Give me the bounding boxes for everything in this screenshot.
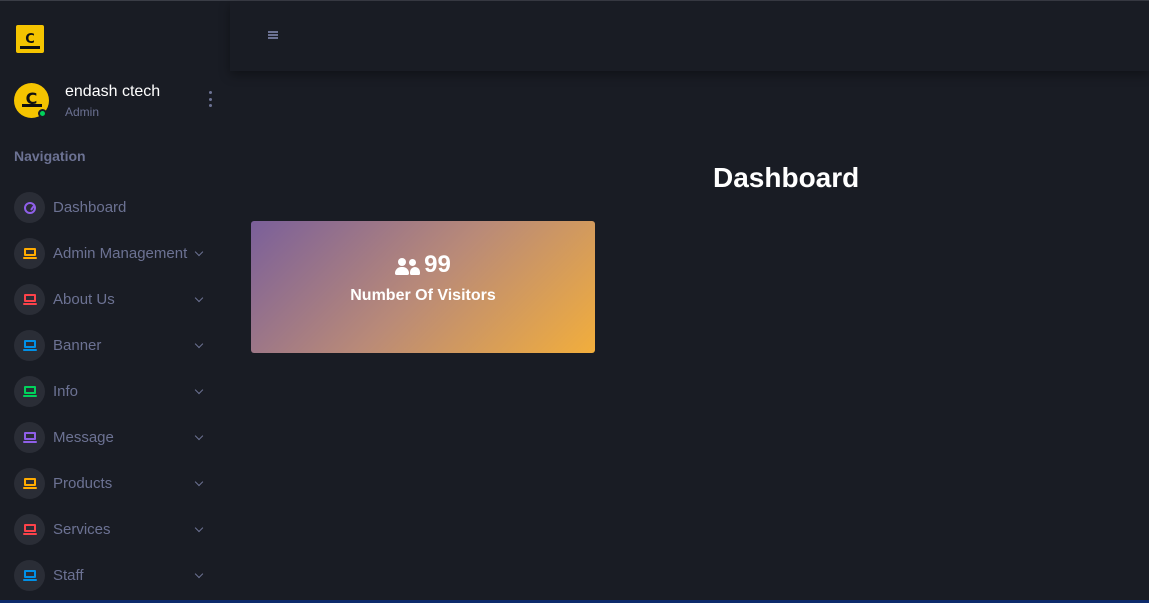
chevron-down-icon — [194, 339, 204, 349]
laptop-icon — [14, 514, 45, 545]
chevron-down-icon — [194, 569, 204, 579]
brand-logo-letter: C — [25, 31, 35, 47]
online-status-indicator — [38, 109, 47, 118]
sidebar-item-label: Banner — [53, 337, 102, 354]
laptop-icon — [14, 284, 45, 315]
user-profile: C endash ctech Admin — [14, 82, 224, 122]
sidebar-item-about-us[interactable]: About Us — [14, 284, 210, 316]
visitors-count: 99 — [424, 251, 451, 278]
laptop-icon — [14, 560, 45, 591]
sidebar-item-label: Services — [53, 521, 111, 538]
users-icon — [395, 257, 421, 276]
sidebar-item-label: Admin Management — [53, 245, 188, 262]
profile-role: Admin — [65, 105, 100, 119]
laptop-icon — [14, 468, 45, 499]
profile-name: endash ctech — [65, 83, 161, 100]
visitors-stat-card: 99 Number Of Visitors — [251, 221, 595, 353]
laptop-icon — [14, 422, 45, 453]
chevron-down-icon — [194, 247, 204, 257]
sidebar-item-info[interactable]: Info — [14, 376, 210, 408]
chevron-down-icon — [194, 385, 204, 395]
laptop-icon — [14, 238, 45, 269]
sidebar-item-banner[interactable]: Banner — [14, 330, 210, 362]
page-title: Dashboard — [713, 162, 860, 193]
speedometer-icon — [14, 192, 45, 223]
sidebar-item-services[interactable]: Services — [14, 514, 210, 546]
sidebar-item-label: Info — [53, 383, 79, 400]
sidebar: C C endash ctech Admin Navigation Dashbo… — [0, 1, 230, 600]
visitors-label: Number Of Visitors — [350, 287, 496, 304]
sidebar-item-dashboard[interactable]: Dashboard — [14, 192, 210, 224]
chevron-down-icon — [194, 523, 204, 533]
hamburger-icon[interactable] — [268, 31, 278, 39]
chevron-down-icon — [194, 293, 204, 303]
chevron-down-icon — [194, 477, 204, 487]
sidebar-item-admin-management[interactable]: Admin Management — [14, 238, 210, 270]
nav-heading: Navigation — [14, 148, 86, 164]
sidebar-item-message[interactable]: Message — [14, 422, 210, 454]
laptop-icon — [14, 330, 45, 361]
sidebar-item-label: Dashboard — [53, 199, 127, 216]
sidebar-item-label: Products — [53, 475, 113, 492]
more-options-icon[interactable] — [206, 91, 214, 107]
sidebar-item-staff[interactable]: Staff — [14, 560, 210, 592]
laptop-icon — [14, 376, 45, 407]
top-navbar — [230, 1, 1149, 71]
chevron-down-icon — [194, 431, 204, 441]
brand-logo[interactable]: C — [16, 25, 44, 53]
sidebar-item-products[interactable]: Products — [14, 468, 210, 500]
sidebar-item-label: Staff — [53, 567, 84, 584]
stat-row: 99 — [251, 251, 595, 279]
sidebar-item-label: Message — [53, 429, 114, 446]
sidebar-item-label: About Us — [53, 291, 115, 308]
